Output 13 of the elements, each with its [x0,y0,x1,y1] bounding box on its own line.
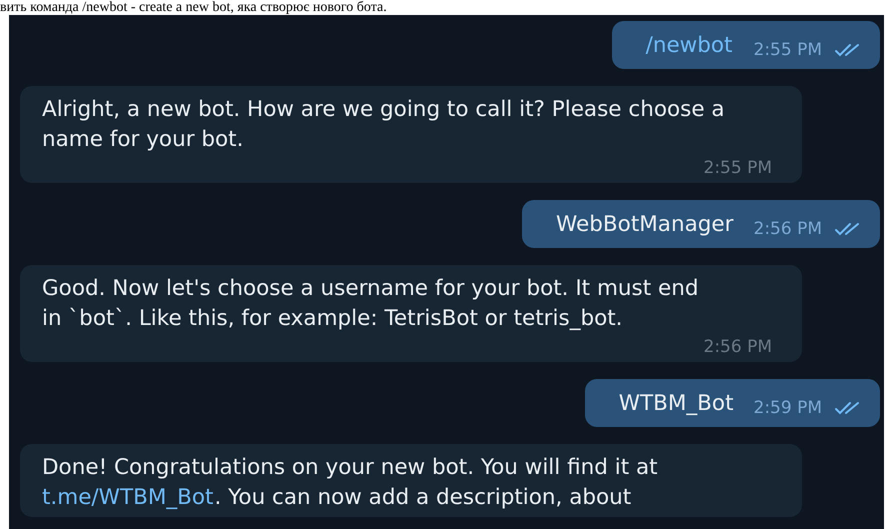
message-time: 2:56 PM [754,218,822,240]
message-time: 2:56 PM [704,336,772,358]
message-text: WebBotManager [556,211,734,239]
message-text: Done! Congratulations on your new bot. You will find it at t.me/WTBM_Bot. You can now add a description, about [42,454,659,512]
message-time: 2:59 PM [754,397,822,419]
message-text: Good. Now let's choose a username for your bot. It must end in `bot`. Like this, for example: TetrisBot or tetris_bot. [42,275,700,333]
message-time: 2:55 PM [754,39,822,61]
message-text: WTBM_Bot [618,390,734,418]
message-time: 2:55 PM [704,157,772,179]
link[interactable]: /newbot [646,33,732,58]
message-text: Alright, a new bot. How are we going to call it? Please choose a name for your bot. [42,96,726,154]
caption-text: вить команда /newbot - create a new bot, яка створює нового бота. [0,0,388,15]
link[interactable]: t.me/WTBM_Bot [42,485,214,510]
